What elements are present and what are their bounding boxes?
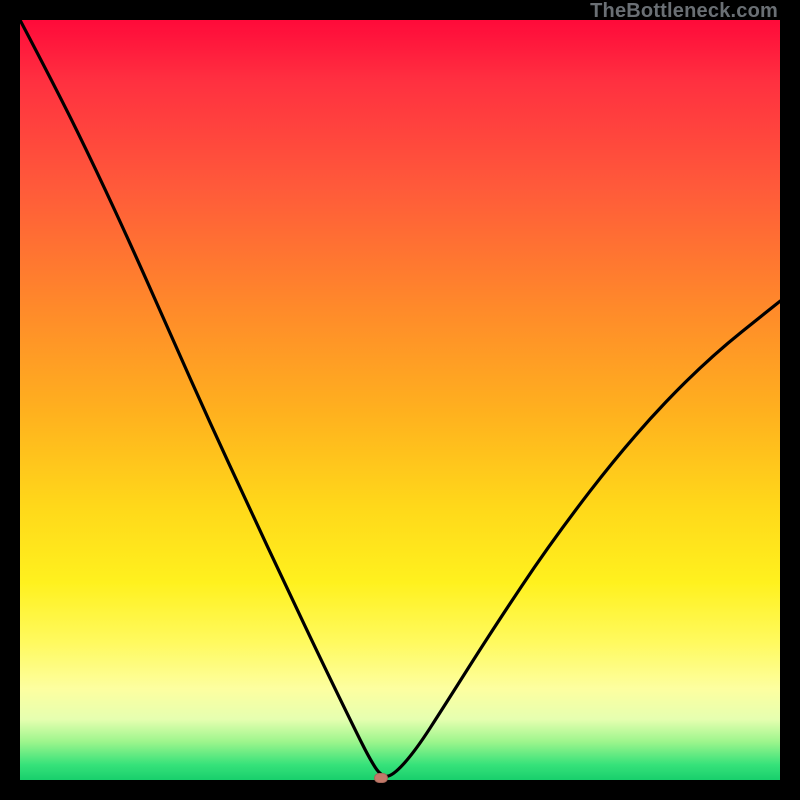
curve-svg [20, 20, 780, 780]
chart-frame: TheBottleneck.com [0, 0, 800, 800]
minimum-marker [374, 773, 388, 783]
bottleneck-curve [20, 20, 780, 776]
plot-area [20, 20, 780, 780]
